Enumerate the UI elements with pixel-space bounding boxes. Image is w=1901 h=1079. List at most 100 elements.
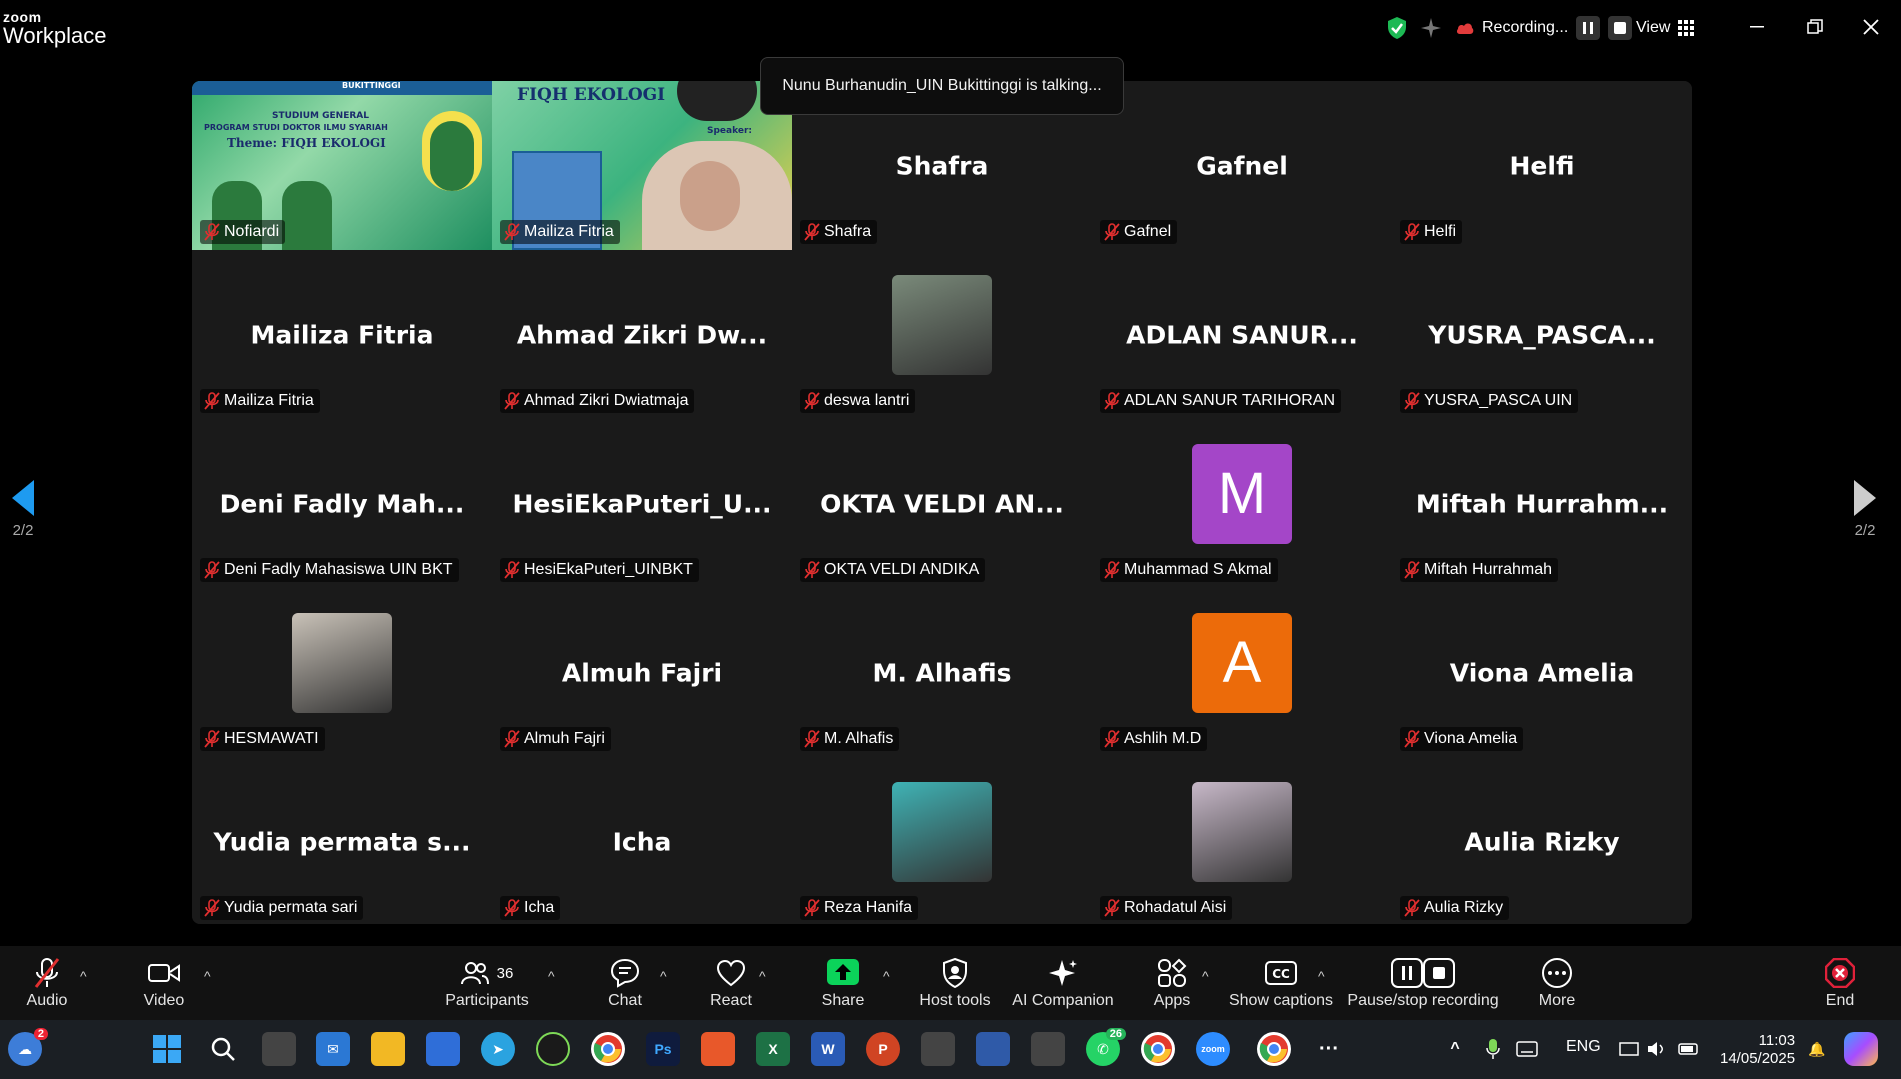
participant-tile[interactable]: Helfi Helfi [1392,81,1692,250]
pause-stop-recording-button[interactable]: Pause/stop recording [1347,956,1499,1010]
captions-options-caret[interactable]: ^ [1318,968,1325,984]
powerpoint-icon[interactable]: P [866,1032,900,1066]
volume-icon[interactable] [1640,1032,1674,1066]
participants-button[interactable]: 36 Participants [427,956,547,1010]
chrome-profile-icon[interactable] [1141,1032,1175,1066]
more-apps-icon[interactable]: ··· [1312,1032,1346,1066]
participant-tile[interactable]: Gafnel Gafnel [1092,81,1392,250]
initial-avatar: M [1192,443,1292,544]
participant-tile[interactable]: A Ashlih M.D [1092,588,1392,757]
mic-muted-icon [1404,730,1420,748]
prev-page-button[interactable]: 2/2 [0,478,46,546]
share-options-caret[interactable]: ^ [883,968,890,984]
participant-name: Ahmad Zikri Dwiatmaja [524,392,689,409]
arrow-right-icon [1854,480,1876,516]
participant-tile[interactable]: HesiEkaPuteri_U... HesiEkaPuteri_UINBKT [492,419,792,588]
participant-tile[interactable]: Mailiza Fitria Mailiza Fitria [192,250,492,419]
apps-options-caret[interactable]: ^ [1202,968,1209,984]
telegram-icon[interactable]: ➤ [481,1032,515,1066]
audio-button[interactable]: Audio [0,956,107,1010]
participant-name-label: deswa lantri [800,389,916,413]
react-button[interactable]: React [671,956,791,1010]
participants-options-caret[interactable]: ^ [548,968,555,984]
mic-off-icon [34,958,60,988]
participant-name-label: Icha [500,896,561,920]
weather-widget-icon[interactable]: ☁ 2 [8,1028,48,1066]
chrome-icon[interactable] [591,1032,625,1066]
participant-tile[interactable]: Ahmad Zikri Dw... Ahmad Zikri Dwiatmaja [492,250,792,419]
participant-name: Aulia Rizky [1424,899,1504,916]
app-icon[interactable] [1031,1032,1065,1066]
participant-tile[interactable]: YUSRA_PASCA... YUSRA_PASCA UIN [1392,250,1692,419]
app-icon[interactable] [921,1032,955,1066]
notifications-bell-icon[interactable]: 🔔 [1800,1032,1834,1066]
battery-icon[interactable] [1672,1032,1706,1066]
participant-tile[interactable]: Icha Icha [492,757,792,924]
store-icon[interactable] [426,1032,460,1066]
more-button[interactable]: More [1497,956,1617,1010]
whatsapp-icon[interactable]: ✆ 26 [1086,1028,1126,1066]
participant-tile[interactable]: OKTA VELDI AN... OKTA VELDI ANDIKA [792,419,1092,588]
keyboard-icon[interactable] [1510,1032,1544,1066]
restore-button[interactable] [1800,12,1830,42]
host-tools-button[interactable]: Host tools [895,956,1015,1010]
participant-tile[interactable]: Viona Amelia Viona Amelia [1392,588,1692,757]
participant-display-name: Viona Amelia [1449,658,1635,687]
mic-muted-icon [804,392,820,410]
participant-name-label: Deni Fadly Mahasiswa UIN BKT [200,558,459,582]
participant-tile[interactable]: HESMAWATI [192,588,492,757]
photoshop-icon[interactable]: Ps [646,1032,680,1066]
apps-button[interactable]: Apps [1112,956,1232,1010]
copilot-icon[interactable] [1844,1032,1878,1066]
video-options-caret[interactable]: ^ [204,968,211,984]
chrome-icon-2[interactable] [1257,1032,1291,1066]
excel-icon[interactable]: X [756,1032,790,1066]
participant-tile[interactable]: Deni Fadly Mah... Deni Fadly Mahasiswa UI… [192,419,492,588]
language-indicator[interactable]: ENG [1566,1038,1601,1056]
windows-start-icon[interactable] [150,1032,184,1066]
next-page-button[interactable]: 2/2 [1842,478,1888,546]
end-meeting-button[interactable]: End [1780,956,1900,1010]
close-button[interactable] [1856,12,1886,42]
participant-tile[interactable]: M Muhammad S Akmal [1092,419,1392,588]
mail-icon[interactable]: ✉ [316,1032,350,1066]
participant-tile[interactable]: M. Alhafis M. Alhafis [792,588,1092,757]
stop-recording-button[interactable] [1608,16,1633,40]
pause-recording-button[interactable] [1576,16,1601,40]
participant-tile[interactable]: FIQH EKOLOGI Speaker: Mailiza Fitria [492,81,792,250]
app-icon[interactable] [976,1032,1010,1066]
participant-tile[interactable]: Almuh Fajri Almuh Fajri [492,588,792,757]
participant-tile[interactable]: BUKITTINGGI STUDIUM GENERAL PROGRAM STUDI … [192,81,492,250]
audio-options-caret[interactable]: ^ [80,968,87,984]
search-icon[interactable] [206,1032,240,1066]
participant-tile[interactable]: Miftah Hurrahm... Miftah Hurrahmah [1392,419,1692,588]
foxit-icon[interactable] [701,1032,735,1066]
participant-display-name: Shafra [895,151,989,180]
ai-companion-icon[interactable] [1420,14,1442,42]
participant-tile[interactable]: Rohadatul Aisi [1092,757,1392,924]
task-view-icon[interactable] [262,1032,296,1066]
participant-display-name: OKTA VELDI AN... [820,489,1064,518]
file-explorer-icon[interactable] [371,1032,405,1066]
react-options-caret[interactable]: ^ [759,968,766,984]
security-shield-icon[interactable] [1386,14,1408,42]
participant-tile[interactable]: Aulia Rizky Aulia Rizky [1392,757,1692,924]
ai-companion-button[interactable]: AI Companion [1003,956,1123,1010]
mic-muted-icon [804,730,820,748]
participant-tile[interactable]: deswa lantri [792,250,1092,419]
participant-tile[interactable]: ADLAN SANUR... ADLAN SANUR TARIHORAN [1092,250,1392,419]
participant-tile[interactable]: Yudia permata s... Yudia permata sari [192,757,492,924]
host-shield-icon [943,958,967,988]
xbox-icon[interactable] [536,1032,570,1066]
mic-tray-icon[interactable] [1476,1032,1510,1066]
chat-options-caret[interactable]: ^ [660,968,667,984]
view-button[interactable]: View [1636,14,1695,42]
minimize-button[interactable] [1742,12,1772,42]
participant-tile[interactable]: Reza Hanifa [792,757,1092,924]
system-clock[interactable]: 11:03 14/05/2025 [1720,1032,1795,1068]
zoom-taskbar-icon[interactable]: zoom [1196,1032,1230,1066]
word-icon[interactable]: W [811,1032,845,1066]
participant-name-label: Shafra [800,220,878,244]
chat-button[interactable]: Chat [565,956,685,1010]
tray-overflow-icon[interactable]: ^ [1438,1032,1472,1066]
